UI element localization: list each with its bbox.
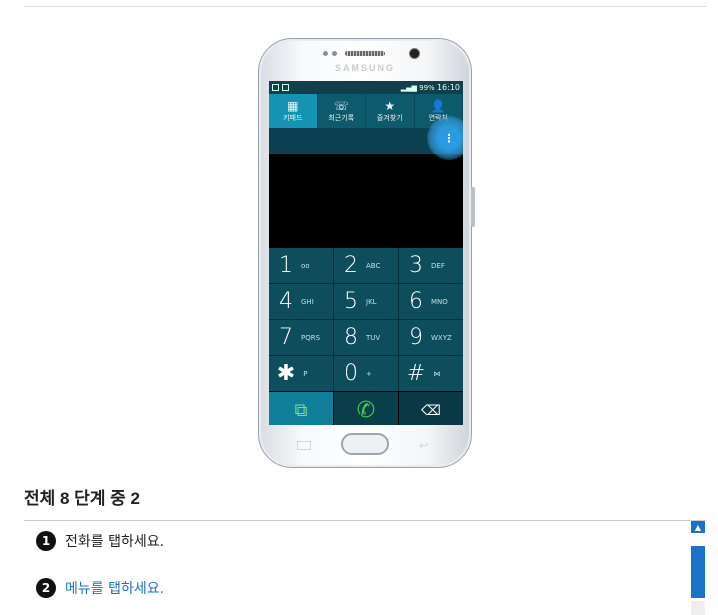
- more-options-icon: ⋮: [443, 131, 455, 145]
- front-camera: [409, 48, 420, 59]
- scrollbar[interactable]: ▲: [691, 521, 705, 615]
- section-divider: [24, 520, 706, 521]
- phone-illustration: SAMSUNG ▂▄▆ 99% 16:10 ▦ 키패드 ☏ 최근기록 ★ 즐겨찾…: [258, 38, 475, 468]
- key-letters: GHI: [301, 297, 314, 306]
- step-item-active[interactable]: 2 메뉴를 탭하세요.: [36, 578, 164, 598]
- status-bar: ▂▄▆ 99% 16:10: [269, 81, 463, 94]
- asterisk-icon: ✱: [276, 361, 296, 386]
- call-button[interactable]: ✆: [334, 392, 398, 425]
- tab-favorites[interactable]: ★ 즐겨찾기: [366, 94, 415, 128]
- step-number-badge: 2: [36, 578, 56, 598]
- key-digit: 5: [344, 289, 358, 314]
- number-display: [269, 154, 463, 248]
- key-hash[interactable]: # ⋈: [399, 356, 463, 391]
- delete-button[interactable]: ⌫: [399, 392, 463, 425]
- step-number-badge: 1: [36, 531, 56, 551]
- key-digit: 9: [409, 325, 423, 350]
- key-star[interactable]: ✱ P: [269, 356, 333, 391]
- battery-level: 99%: [419, 83, 435, 92]
- top-divider: [24, 6, 706, 7]
- key-digit: 2: [344, 253, 358, 278]
- add-contact-icon: ⧉: [294, 400, 308, 421]
- key-letters: MNO: [431, 297, 448, 306]
- key-letters: WXYZ: [431, 333, 452, 342]
- menu-button[interactable]: ⋮: [427, 116, 463, 160]
- home-button: [341, 433, 389, 455]
- key-digit: 1: [279, 253, 293, 278]
- notification-icon: [282, 84, 289, 91]
- contacts-icon: 👤: [430, 98, 446, 113]
- key-6[interactable]: 6 MNO: [399, 284, 463, 319]
- keypad-icon: ▦: [287, 98, 299, 113]
- dialer-actions: ⧉ ✆ ⌫: [269, 392, 463, 425]
- tab-label: 즐겨찾기: [376, 113, 403, 122]
- key-letters: TUV: [366, 333, 381, 342]
- voicemail-icon: oo: [301, 261, 310, 270]
- key-1[interactable]: 1 oo: [269, 248, 333, 283]
- key-7[interactable]: 7 PQRS: [269, 320, 333, 355]
- key-4[interactable]: 4 GHI: [269, 284, 333, 319]
- tab-keypad[interactable]: ▦ 키패드: [269, 94, 318, 128]
- key-5[interactable]: 5 JKL: [334, 284, 398, 319]
- signal-icon: ▂▄▆: [400, 83, 417, 92]
- mute-icon: ⋈: [433, 369, 441, 378]
- key-digit: 7: [279, 325, 293, 350]
- sensor-icon: [332, 51, 337, 56]
- step-text: 메뉴를 탭하세요.: [65, 581, 165, 597]
- key-2[interactable]: 2 ABC: [334, 248, 398, 283]
- phone-screen: ▂▄▆ 99% 16:10 ▦ 키패드 ☏ 최근기록 ★ 즐겨찾기 👤 연락처: [269, 81, 463, 425]
- recent-calls-icon: ☏: [333, 98, 349, 113]
- key-letters: P: [303, 369, 308, 378]
- scroll-up-icon[interactable]: ▲: [691, 521, 705, 533]
- key-digit: 6: [409, 289, 423, 314]
- back-icon: ↩: [419, 439, 429, 452]
- tab-label: 키패드: [283, 113, 303, 122]
- backspace-icon: ⌫: [421, 402, 441, 419]
- scrollbar-track[interactable]: [691, 601, 705, 615]
- tab-label: 최근기록: [328, 113, 355, 122]
- step-title: 전체 8 단계 중 2: [24, 489, 141, 508]
- favorites-icon: ★: [384, 98, 396, 113]
- key-digit: 3: [409, 253, 423, 278]
- notification-icon: [272, 84, 279, 91]
- key-letters: DEF: [431, 261, 445, 270]
- keypad: 1 oo 2 ABC 3 DEF 4 GHI 5 JKL 6 MNO 7 PQRS 8 TUV …: [269, 248, 463, 391]
- key-letters: +: [366, 369, 372, 378]
- phone-speaker: [345, 51, 385, 56]
- key-8[interactable]: 8 TUV: [334, 320, 398, 355]
- key-9[interactable]: 9 WXYZ: [399, 320, 463, 355]
- add-contact-button[interactable]: ⧉: [269, 392, 333, 425]
- key-letters: PQRS: [301, 333, 321, 342]
- key-digit: 0: [344, 361, 358, 386]
- key-letters: ABC: [366, 261, 381, 270]
- key-digit: 4: [279, 289, 293, 314]
- action-bar: ⋮: [269, 116, 463, 160]
- phone-call-icon: ✆: [356, 398, 376, 423]
- key-digit: #: [406, 361, 426, 386]
- phone-side-button: [471, 187, 475, 227]
- key-3[interactable]: 3 DEF: [399, 248, 463, 283]
- scrollbar-thumb[interactable]: [691, 546, 705, 598]
- step-item: 1 전화를 탭하세요.: [36, 531, 164, 551]
- status-time: 16:10: [436, 83, 460, 92]
- step-text: 전화를 탭하세요.: [65, 534, 165, 550]
- phone-brand: SAMSUNG: [334, 63, 395, 73]
- tab-recent[interactable]: ☏ 최근기록: [318, 94, 366, 128]
- key-letters: JKL: [366, 297, 377, 306]
- key-digit: 8: [344, 325, 358, 350]
- key-0[interactable]: 0 +: [334, 356, 398, 391]
- recent-apps-icon: [297, 441, 311, 450]
- sensor-icon: [323, 51, 328, 56]
